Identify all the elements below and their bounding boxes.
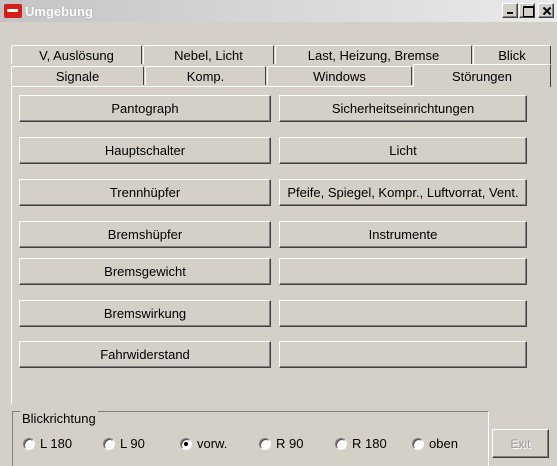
- radio-oben[interactable]: oben: [412, 436, 458, 451]
- radio-indicator: [103, 437, 115, 450]
- radio-vorw[interactable]: vorw.: [180, 436, 227, 451]
- tab-stoerungen[interactable]: Störungen: [413, 64, 551, 87]
- radio-oben-label: oben: [429, 436, 458, 451]
- tab-blick[interactable]: Blick: [473, 45, 551, 64]
- tab-komp[interactable]: Komp.: [145, 66, 266, 85]
- radio-l180[interactable]: L 180: [23, 436, 72, 451]
- radio-l180-label: L 180: [40, 436, 73, 451]
- tab-signale[interactable]: Signale: [11, 66, 144, 85]
- bremsgewicht-button[interactable]: Bremsgewicht: [19, 258, 271, 285]
- window-title: Umgebung: [25, 3, 93, 19]
- tab-row-bottom: Signale Komp. Windows Störungen: [11, 64, 551, 87]
- empty-button-2[interactable]: [279, 300, 527, 327]
- radio-indicator: [23, 437, 35, 450]
- tab-row-top: V, Auslösung Nebel, Licht Last, Heizung,…: [11, 45, 551, 64]
- instrumente-button[interactable]: Instrumente: [279, 221, 527, 248]
- empty-button-1[interactable]: [279, 258, 527, 285]
- radio-r180[interactable]: R 180: [335, 436, 387, 451]
- app-icon: [4, 4, 22, 18]
- radio-indicator-checked: [180, 437, 192, 450]
- hauptschalter-button[interactable]: Hauptschalter: [19, 137, 271, 164]
- licht-button[interactable]: Licht: [279, 137, 527, 164]
- sicherheitseinrichtungen-button[interactable]: Sicherheitseinrichtungen: [279, 95, 527, 122]
- title-bar[interactable]: Umgebung: [0, 0, 557, 22]
- radio-indicator: [412, 437, 424, 450]
- radio-r90[interactable]: R 90: [259, 436, 303, 451]
- umgebung-window: Umgebung V, Auslösung Nebel, Licht Last,…: [0, 0, 557, 466]
- radio-r180-label: R 180: [352, 436, 387, 451]
- radio-l90-label: L 90: [120, 436, 145, 451]
- maximize-button[interactable]: [519, 3, 535, 18]
- pfeife-spiegel-kompr-button[interactable]: Pfeife, Spiegel, Kompr., Luftvorrat, Ven…: [279, 179, 527, 206]
- radio-l90[interactable]: L 90: [103, 436, 145, 451]
- window-controls: [501, 3, 554, 18]
- tab-windows[interactable]: Windows: [267, 66, 412, 85]
- tab-v-ausloesung[interactable]: V, Auslösung: [11, 45, 142, 64]
- radio-indicator: [335, 437, 347, 450]
- radio-vorw-label: vorw.: [197, 436, 228, 451]
- radio-indicator: [259, 437, 271, 450]
- tab-last-heizung-bremse[interactable]: Last, Heizung, Bremse: [275, 45, 472, 64]
- trennhuepfer-button[interactable]: Trennhüpfer: [19, 179, 271, 206]
- empty-button-3[interactable]: [279, 341, 527, 368]
- close-button[interactable]: [538, 3, 554, 18]
- pantograph-button[interactable]: Pantograph: [19, 95, 271, 122]
- bremshuepfer-button[interactable]: Bremshüpfer: [19, 221, 271, 248]
- minimize-button[interactable]: [502, 3, 518, 18]
- fahrwiderstand-button[interactable]: Fahrwiderstand: [19, 341, 271, 368]
- tab-nebel-licht[interactable]: Nebel, Licht: [143, 45, 274, 64]
- exit-button[interactable]: Exit: [492, 429, 549, 458]
- bremswirkung-button[interactable]: Bremswirkung: [19, 300, 271, 327]
- tab-panel-edge: [11, 86, 12, 404]
- radio-r90-label: R 90: [276, 436, 304, 451]
- blickrichtung-label: Blickrichtung: [20, 411, 98, 426]
